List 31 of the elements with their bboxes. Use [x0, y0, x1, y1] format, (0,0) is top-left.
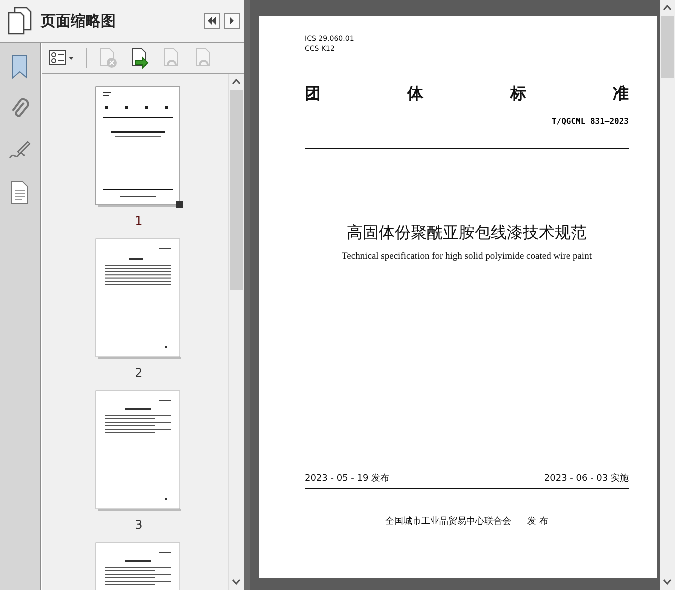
expand-panel-button[interactable]	[224, 13, 240, 29]
page-thumbnail[interactable]	[95, 238, 183, 360]
publish-date: 2023 - 05 - 19 发布	[305, 472, 390, 485]
page-number: 1	[135, 214, 143, 230]
right-arrow-icon	[229, 17, 236, 25]
scroll-up-icon[interactable]	[663, 5, 672, 11]
scrollbar-thumb[interactable]	[230, 90, 244, 290]
standard-number: T/QGCML 831—2023	[552, 117, 629, 126]
document-title: 高固体份聚酰亚胺包线漆技术规范	[347, 223, 587, 244]
page-number: 3	[135, 518, 143, 534]
panel-title: 页面缩略图	[41, 12, 117, 30]
scroll-down-icon[interactable]	[232, 579, 242, 585]
heading-character: 准	[612, 84, 629, 105]
scrollbar[interactable]	[228, 74, 244, 590]
issuer-action: 发 布	[528, 516, 548, 528]
scrollbar-thumb[interactable]	[661, 16, 674, 78]
implement-date: 2023 - 06 - 03 实施	[544, 472, 629, 485]
pages-icon	[7, 6, 33, 36]
page-thumbnail[interactable]	[95, 86, 183, 208]
issuer: 全国城市工业品贸易中心联合会	[386, 516, 512, 528]
double-left-arrow-icon	[207, 17, 218, 25]
page-thumbnail[interactable]	[95, 390, 183, 512]
document-subtitle: Technical specification for high solid polyimide coated wire paint	[342, 252, 592, 262]
heading-character: 团	[305, 84, 321, 105]
heading-character: 体	[408, 84, 424, 105]
collapse-panel-button[interactable]	[204, 13, 220, 29]
page-number: 2	[135, 366, 143, 382]
scroll-down-icon[interactable]	[663, 579, 672, 585]
scrollbar[interactable]	[660, 0, 675, 590]
heading-character: 标	[510, 84, 526, 105]
scroll-up-icon[interactable]	[232, 79, 242, 85]
